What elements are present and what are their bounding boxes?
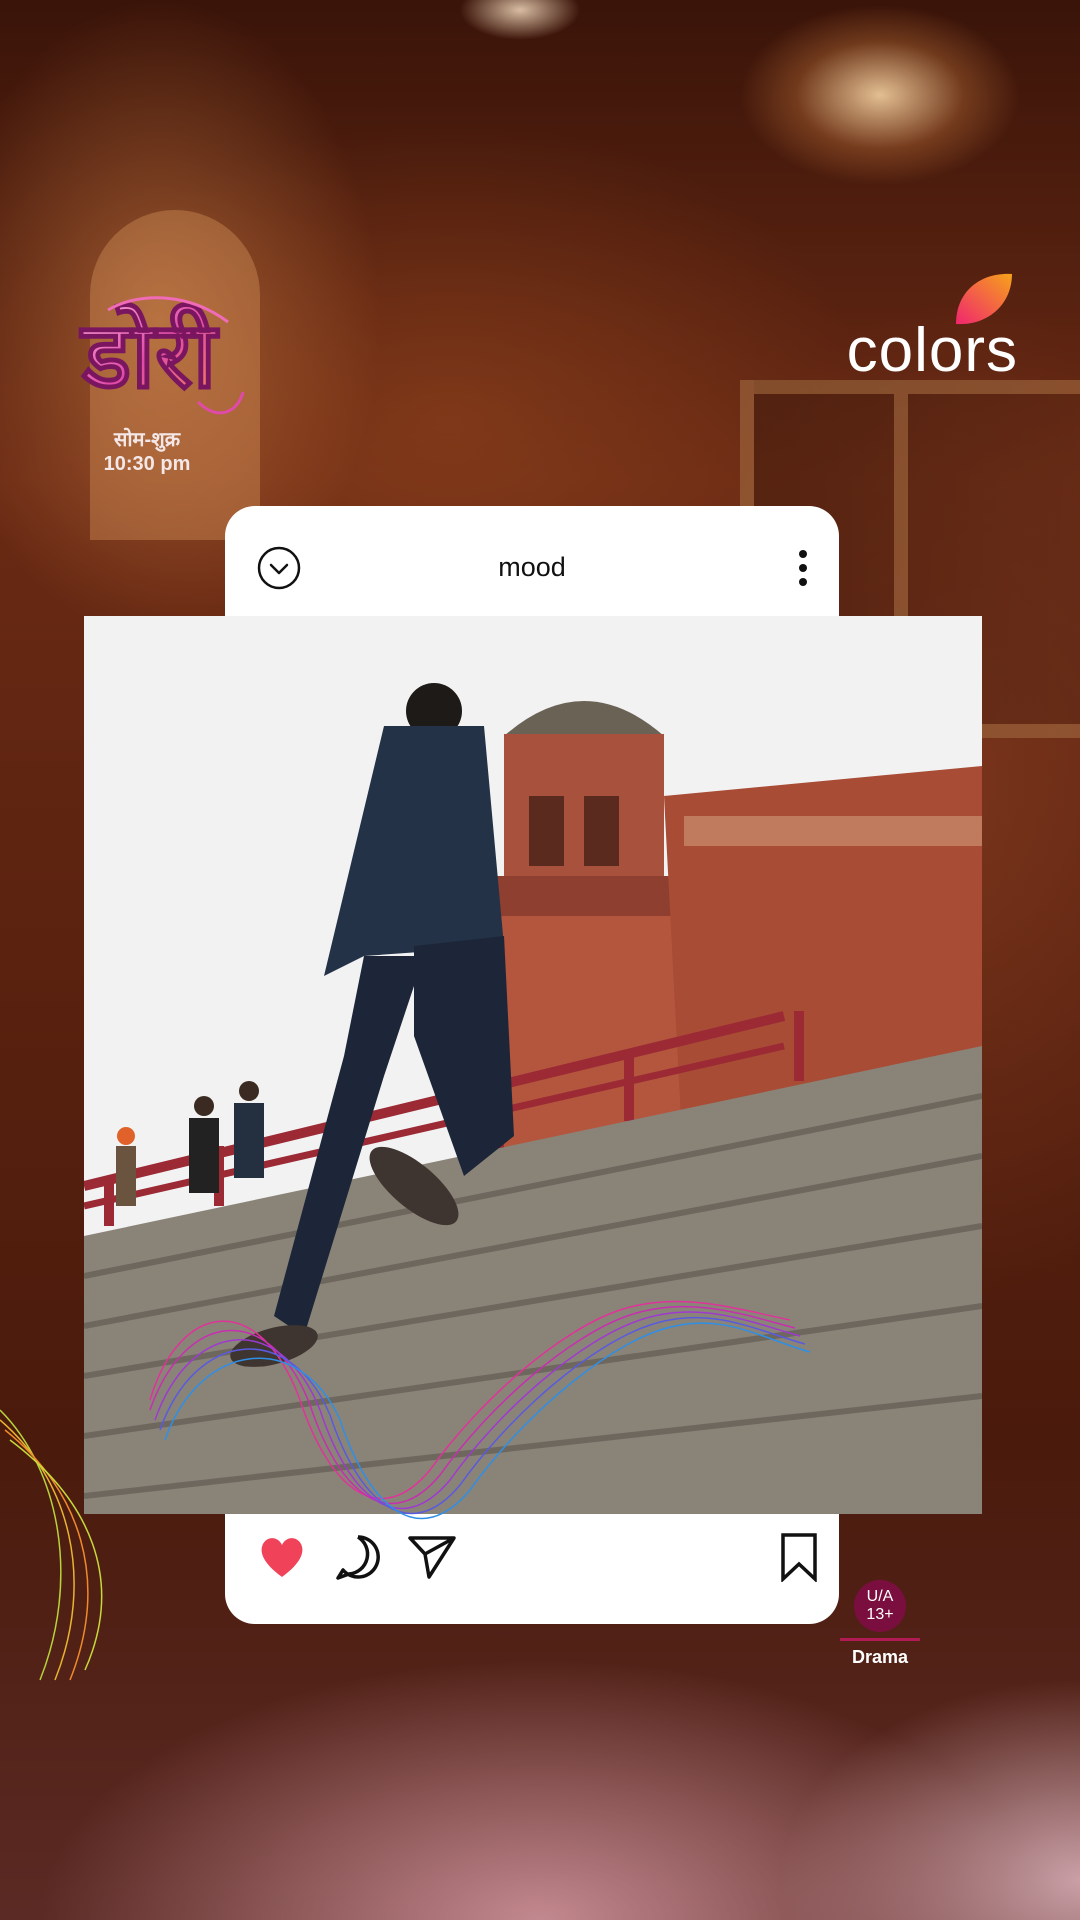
comment-icon[interactable] [333,1532,383,1582]
post-title: mood [498,552,566,582]
post-header: mood [225,506,839,616]
photo-illustration [84,616,982,1514]
genre-label: Drama [851,1647,909,1667]
show-logo: डोरी [78,296,245,415]
send-icon[interactable] [407,1532,457,1582]
rating-badge: U/A 13+ [854,1580,906,1632]
rating-line2: 13+ [866,1606,894,1623]
rating-divider [840,1638,920,1641]
show-days: सोम-शुक्र [113,429,181,451]
channel-logo: colors [818,270,1018,390]
bookmark-icon[interactable] [779,1532,819,1582]
show-time: 10:30 pm [103,453,191,475]
post-photo [84,616,982,1514]
post-actions [225,1514,839,1624]
svg-text:डोरी: डोरी [79,302,220,409]
more-vertical-icon[interactable] [793,546,813,590]
channel-name: colors [846,316,1018,385]
heart-icon[interactable] [257,1532,307,1582]
rating-line1: U/A [866,1588,894,1605]
content-rating: U/A 13+ Drama [840,1580,920,1668]
show-schedule: सोम-शुक्र 10:30 pm [72,428,222,476]
